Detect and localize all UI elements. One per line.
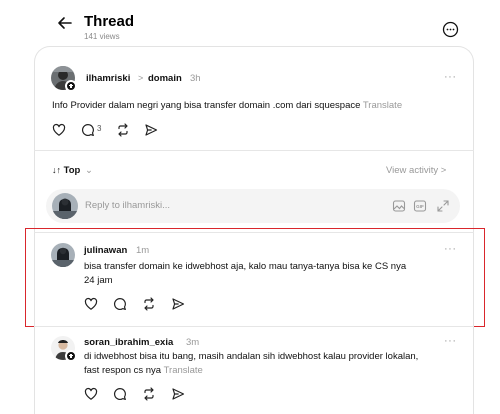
reply-text-line2: fast respon cs nya Translate (84, 364, 203, 378)
reply-more-button[interactable]: ··· (444, 335, 457, 347)
expand-icon[interactable] (436, 199, 450, 213)
reply-count: 3 (97, 124, 102, 133)
post-body: Info Provider dalam negri yang bisa tran… (52, 100, 361, 111)
divider (34, 326, 474, 327)
repost-icon[interactable] (142, 387, 156, 401)
reply-text: di idwebhost bisa itu bang, masih andala… (84, 351, 419, 362)
highlight-box (25, 228, 485, 327)
post-username[interactable]: ilhamriski (86, 73, 130, 84)
view-activity-link[interactable]: View activity > (386, 165, 446, 176)
follow-plus-icon[interactable] (65, 350, 77, 362)
repost-icon[interactable] (116, 123, 130, 137)
breadcrumb-separator: > (138, 73, 144, 83)
heart-icon[interactable] (52, 123, 66, 137)
divider (34, 150, 474, 151)
post-more-button[interactable]: ··· (444, 71, 457, 83)
follow-plus-icon[interactable] (65, 80, 77, 92)
gif-icon[interactable]: GIF (413, 199, 427, 213)
community-name[interactable]: domain (148, 73, 182, 84)
view-count: 141 views (84, 32, 120, 41)
comment-icon[interactable] (113, 387, 127, 401)
reply-input[interactable]: Reply to ilhamriski... GIF (46, 189, 460, 223)
post-time: 3h (190, 73, 201, 84)
svg-text:GIF: GIF (416, 204, 424, 209)
reply-actions (84, 387, 194, 401)
translate-link[interactable]: Translate (164, 365, 203, 376)
thread-header: Thread 141 views (0, 0, 500, 46)
reply-body-line2: fast respon cs nya (84, 365, 162, 376)
page-title: Thread (84, 13, 135, 30)
sort-label: Top (63, 165, 81, 176)
chevron-down-icon: ⌄ (85, 165, 93, 176)
comment-icon[interactable] (81, 123, 95, 137)
avatar (52, 193, 78, 219)
heart-icon[interactable] (84, 387, 98, 401)
share-icon[interactable] (171, 387, 185, 401)
sort-dropdown[interactable]: ↓↑ Top ⌄ (52, 165, 93, 176)
translate-link[interactable]: Translate (363, 100, 402, 111)
sort-arrows-icon: ↓↑ (52, 165, 61, 175)
reply-time: 3m (186, 337, 200, 348)
more-circle-icon[interactable] (442, 21, 459, 38)
reply-placeholder: Reply to ilhamriski... (85, 200, 170, 211)
reply-username[interactable]: soran_ibrahim_exia (84, 337, 173, 348)
image-icon[interactable] (392, 199, 406, 213)
post-text: Info Provider dalam negri yang bisa tran… (52, 99, 472, 113)
back-arrow-icon[interactable] (56, 14, 74, 32)
share-icon[interactable] (144, 123, 158, 137)
post-actions: 3 (52, 123, 172, 137)
